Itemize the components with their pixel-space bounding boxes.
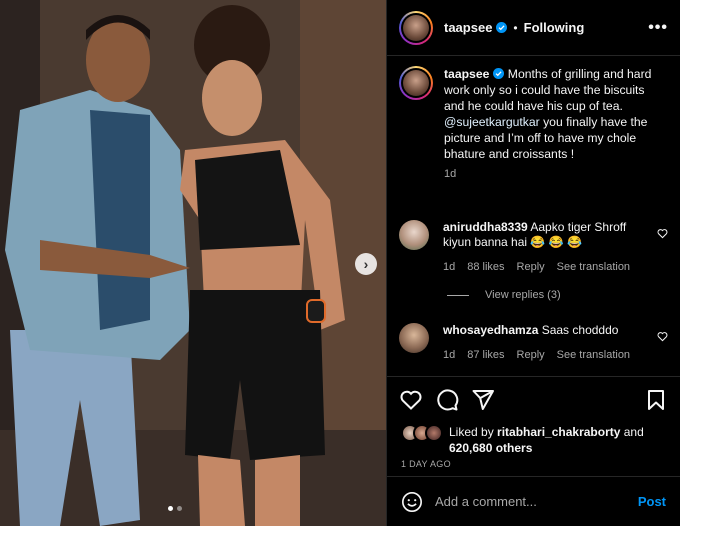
carousel-dot-1 — [168, 506, 173, 511]
heart-icon[interactable] — [399, 388, 423, 412]
comment-likes[interactable]: 87 likes — [467, 349, 504, 361]
add-comment-bar: Post — [387, 476, 680, 526]
comment-icon[interactable] — [435, 388, 459, 412]
caption-text: taapsee Months of grilling and hard work… — [444, 66, 664, 182]
comment-input[interactable] — [435, 494, 638, 509]
carousel-next-button[interactable]: › — [355, 253, 377, 275]
see-translation-link[interactable]: See translation — [557, 349, 630, 361]
comment-like-heart-icon[interactable] — [657, 331, 668, 342]
view-replies-button[interactable]: View replies (3) — [447, 289, 561, 301]
commenter-avatar[interactable] — [399, 220, 429, 250]
post-actions — [387, 376, 680, 422]
bookmark-icon[interactable] — [644, 388, 668, 412]
see-translation-link[interactable]: See translation — [557, 261, 630, 273]
author-avatar[interactable] — [399, 10, 433, 45]
post-side-panel: taapsee • Following ••• taapsee Months o… — [386, 0, 680, 526]
caption-avatar[interactable] — [399, 66, 433, 100]
verified-badge-icon — [493, 68, 505, 79]
comment-item: whosayedhamza Saas chodddo 1d 87 likes R… — [399, 323, 668, 361]
comment-time[interactable]: 1d — [443, 261, 455, 273]
instagram-post: › taapsee • Following ••• taapsee Months… — [0, 0, 680, 526]
post-comment-button[interactable]: Post — [638, 494, 666, 509]
photo-illustration — [0, 0, 386, 526]
likes-summary: Liked by ritabhari_chakraborty and 620,68… — [401, 424, 644, 456]
header-separator: • — [513, 20, 518, 35]
comment-emoji: 😂 😂 😂 — [530, 235, 582, 249]
caption-username[interactable]: taapsee — [444, 67, 489, 81]
liked-by-prefix: Liked by — [449, 425, 498, 439]
liker-avatars — [401, 424, 445, 444]
comment-item: aniruddha8339 Aapko tiger Shroff kiyun b… — [399, 220, 668, 273]
carousel-dots — [168, 506, 182, 511]
comment-username[interactable]: aniruddha8339 — [443, 220, 528, 234]
post-caption: taapsee Months of grilling and hard work… — [399, 66, 666, 182]
post-photo[interactable]: › — [0, 0, 386, 526]
replies-divider — [447, 294, 469, 296]
commenter-avatar[interactable] — [399, 323, 429, 353]
likes-count[interactable]: 620,680 others — [449, 441, 532, 455]
liker-avatar[interactable] — [425, 424, 443, 442]
view-replies-label: View replies (3) — [485, 289, 561, 301]
carousel-dot-2 — [177, 506, 182, 511]
more-options-icon[interactable]: ••• — [648, 19, 668, 37]
emoji-icon[interactable] — [401, 491, 423, 513]
comment-username[interactable]: whosayedhamza — [443, 323, 538, 337]
liked-by-user[interactable]: ritabhari_chakraborty — [497, 425, 620, 439]
comment-time[interactable]: 1d — [443, 349, 455, 361]
verified-badge-icon — [496, 22, 508, 33]
reply-button[interactable]: Reply — [517, 261, 545, 273]
following-button[interactable]: Following — [524, 20, 585, 35]
liked-by-and: and — [620, 425, 644, 439]
post-date[interactable]: 1 DAY AGO — [401, 459, 451, 469]
likes-text: Liked by ritabhari_chakraborty and 620,68… — [449, 424, 644, 456]
reply-button[interactable]: Reply — [517, 349, 545, 361]
author-username[interactable]: taapsee — [444, 20, 492, 35]
comment-like-heart-icon[interactable] — [657, 228, 668, 239]
caption-timestamp[interactable]: 1d — [444, 166, 664, 182]
share-icon[interactable] — [471, 388, 495, 412]
caption-mention-link[interactable]: @sujeetkargutkar — [444, 115, 540, 129]
comment-likes[interactable]: 88 likes — [467, 261, 504, 273]
post-header: taapsee • Following ••• — [387, 0, 680, 56]
comment-text: Saas chodddo — [538, 323, 619, 337]
